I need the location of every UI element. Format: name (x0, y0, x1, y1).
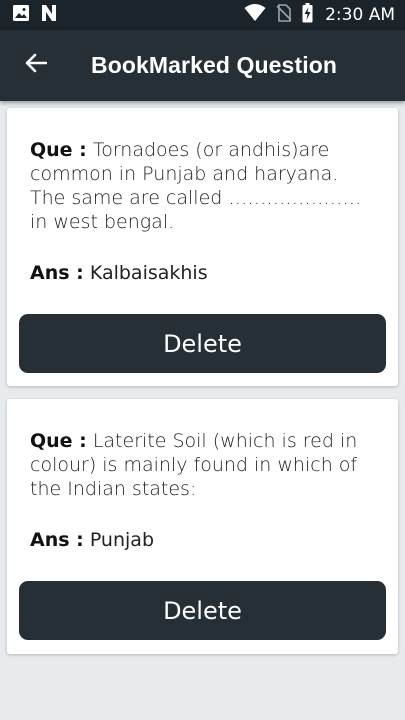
app-bar: BookMarked Question (0, 30, 405, 101)
status-time: 2:30 AM (325, 5, 395, 25)
status-bar: 2:30 AM (0, 0, 405, 30)
image-icon (12, 4, 30, 27)
wifi-icon (244, 3, 266, 27)
question-prefix: Que : (30, 430, 87, 452)
answer-text: Ans : Kalbaisakhis (30, 261, 378, 285)
back-button[interactable] (0, 30, 72, 101)
answer-prefix: Ans : (30, 262, 84, 284)
question-text: Que : Laterite Soil (which is red in col… (30, 429, 378, 501)
answer-text: Ans : Punjab (30, 528, 378, 552)
battery-charging-icon (302, 2, 313, 28)
answer-body: Kalbaisakhis (89, 262, 208, 284)
answer-body: Punjab (89, 529, 155, 551)
question-text: Que : Tornadoes (or andhis)are common in… (30, 138, 378, 234)
question-card: Que : Tornadoes (or andhis)are common in… (7, 108, 398, 386)
page-title: BookMarked Question (91, 52, 337, 78)
arrow-left-icon (25, 53, 48, 78)
delete-button[interactable]: Delete (19, 581, 386, 640)
question-card: Que : Laterite Soil (which is red in col… (7, 399, 398, 654)
question-prefix: Que : (30, 139, 87, 161)
no-sim-icon (276, 3, 292, 27)
delete-button[interactable]: Delete (19, 314, 386, 373)
n-logo-icon (40, 4, 58, 27)
answer-prefix: Ans : (30, 529, 84, 551)
